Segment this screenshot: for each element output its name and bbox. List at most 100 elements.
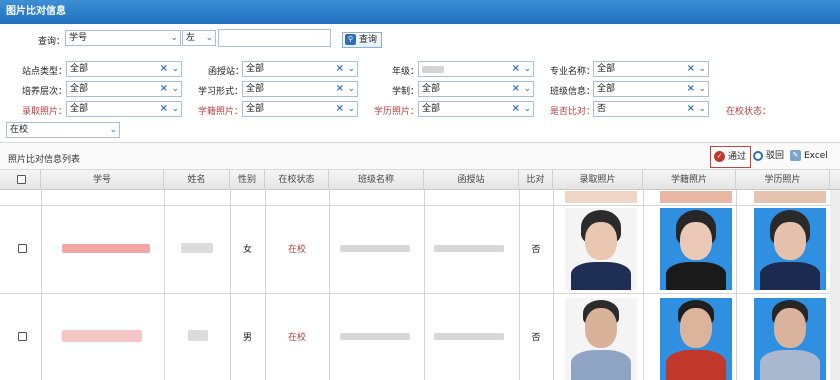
admission-photo-thumbnail[interactable] [565, 208, 637, 290]
pass-button[interactable]: ✓ 通过 [710, 146, 752, 168]
major-select[interactable]: 全部 × ⌄ [593, 61, 709, 77]
station-type-select[interactable]: 全部 × ⌄ [66, 61, 182, 77]
degree-photo-thumbnail[interactable] [754, 191, 826, 203]
admission-photo-select[interactable]: 全部 × ⌄ [66, 101, 182, 117]
compared-label: 是否比对： [550, 107, 596, 117]
clear-icon[interactable]: × [512, 102, 520, 116]
class-info-label: 班级信息： [550, 87, 596, 97]
grid-line [553, 190, 554, 380]
header-class[interactable]: 班级名称 [329, 170, 424, 190]
header-admission-photo[interactable]: 录取照片 [553, 170, 643, 190]
clear-icon[interactable]: × [336, 82, 344, 96]
school-status-select[interactable]: 在校 ⌄ [6, 122, 120, 138]
student-name-redacted [188, 330, 208, 341]
clear-icon[interactable]: × [687, 62, 695, 76]
header-status[interactable]: 在校状态 [265, 170, 329, 190]
chevron-down-icon[interactable]: ⌄ [523, 62, 531, 76]
degree-photo-value: 全部 [422, 104, 441, 114]
grid-line [643, 190, 644, 380]
school-status-value: 在校 [10, 125, 29, 135]
excel-icon: ✎ [790, 150, 801, 161]
grade-label: 年级： [392, 67, 420, 77]
clear-icon[interactable]: × [512, 82, 520, 96]
header-degree-photo[interactable]: 学历照片 [736, 170, 830, 190]
chevron-down-icon[interactable]: ⌄ [109, 123, 117, 137]
student-id-redacted [62, 330, 142, 342]
select-all-cell[interactable] [0, 170, 41, 190]
clear-icon[interactable]: × [160, 102, 168, 116]
enroll-photo-thumbnail[interactable] [660, 208, 732, 290]
query-text-input[interactable] [218, 29, 331, 47]
admission-photo-thumbnail[interactable] [565, 298, 637, 380]
grid-line [230, 190, 231, 380]
query-field-select[interactable]: 学号 ⌄ [65, 30, 181, 46]
chevron-down-icon[interactable]: ⌄ [698, 102, 706, 116]
degree-photo-label: 学历照片： [374, 107, 420, 117]
excel-button-label: Excel [804, 151, 828, 161]
select-all-checkbox[interactable] [17, 175, 26, 184]
period-select[interactable]: 全部 × ⌄ [418, 81, 534, 97]
query-operator-select[interactable]: 左 ⌄ [182, 30, 216, 46]
enroll-photo-select[interactable]: 全部 × ⌄ [242, 101, 358, 117]
enroll-photo-thumbnail[interactable] [660, 191, 732, 203]
center-select[interactable]: 全部 × ⌄ [242, 61, 358, 77]
clear-icon[interactable]: × [512, 62, 520, 76]
header-center[interactable]: 函授站 [424, 170, 519, 190]
clear-icon[interactable]: × [160, 82, 168, 96]
header-enroll-photo[interactable]: 学籍照片 [643, 170, 736, 190]
chevron-down-icon[interactable]: ⌄ [347, 82, 355, 96]
degree-photo-thumbnail[interactable] [754, 208, 826, 290]
class-info-select[interactable]: 全部 × ⌄ [593, 81, 709, 97]
compared-select[interactable]: 否 × ⌄ [593, 101, 709, 117]
excel-button[interactable]: ✎ Excel [790, 146, 828, 168]
header-gender[interactable]: 性别 [230, 170, 265, 190]
study-form-value: 全部 [246, 84, 265, 94]
grid-line [164, 190, 165, 380]
chevron-down-icon[interactable]: ⌄ [347, 62, 355, 76]
admission-photo-thumbnail[interactable] [565, 191, 637, 203]
clear-icon[interactable]: × [336, 102, 344, 116]
header-compared[interactable]: 比对 [519, 170, 553, 190]
reject-icon [753, 150, 763, 161]
degree-photo-thumbnail[interactable] [754, 298, 826, 380]
search-icon: ⚲ [345, 34, 356, 45]
degree-photo-select[interactable]: 全部 × ⌄ [418, 101, 534, 117]
clear-icon[interactable]: × [687, 102, 695, 116]
table-scrollbar[interactable] [830, 190, 840, 380]
chevron-down-icon[interactable]: ⌄ [523, 102, 531, 116]
grid-line [265, 190, 266, 380]
chevron-down-icon[interactable]: ⌄ [698, 82, 706, 96]
chevron-down-icon[interactable]: ⌄ [347, 102, 355, 116]
query-operator-value: 左 [186, 33, 196, 43]
reject-button[interactable]: 驳回 [753, 146, 784, 168]
clear-icon[interactable]: × [160, 62, 168, 76]
row-checkbox[interactable] [18, 332, 27, 341]
clear-icon[interactable]: × [687, 82, 695, 96]
center-label: 函授站： [208, 67, 245, 77]
compared-value: 否 [597, 104, 607, 114]
grade-select[interactable]: × ⌄ [418, 61, 534, 77]
gender-cell: 男 [242, 333, 252, 343]
enroll-photo-thumbnail[interactable] [660, 298, 732, 380]
chevron-down-icon: ⌄ [205, 33, 213, 43]
study-form-select[interactable]: 全部 × ⌄ [242, 81, 358, 97]
grid-line [736, 190, 737, 380]
chevron-down-icon[interactable]: ⌄ [523, 82, 531, 96]
row-checkbox[interactable] [18, 244, 27, 253]
station-type-value: 全部 [70, 64, 89, 74]
chevron-down-icon[interactable]: ⌄ [171, 102, 179, 116]
search-button[interactable]: ⚲ 查询 [342, 32, 383, 48]
header-name[interactable]: 姓名 [164, 170, 230, 190]
chevron-down-icon[interactable]: ⌄ [698, 62, 706, 76]
compared-cell: 否 [531, 333, 541, 343]
chevron-down-icon[interactable]: ⌄ [171, 62, 179, 76]
class-info-value: 全部 [597, 84, 616, 94]
period-label: 学制： [392, 87, 420, 97]
center-value: 全部 [246, 64, 265, 74]
check-icon: ✓ [714, 151, 725, 162]
clear-icon[interactable]: × [336, 62, 344, 76]
chevron-down-icon[interactable]: ⌄ [171, 82, 179, 96]
header-student-id[interactable]: 学号 [41, 170, 164, 190]
level-select[interactable]: 全部 × ⌄ [66, 81, 182, 97]
level-value: 全部 [70, 84, 89, 94]
